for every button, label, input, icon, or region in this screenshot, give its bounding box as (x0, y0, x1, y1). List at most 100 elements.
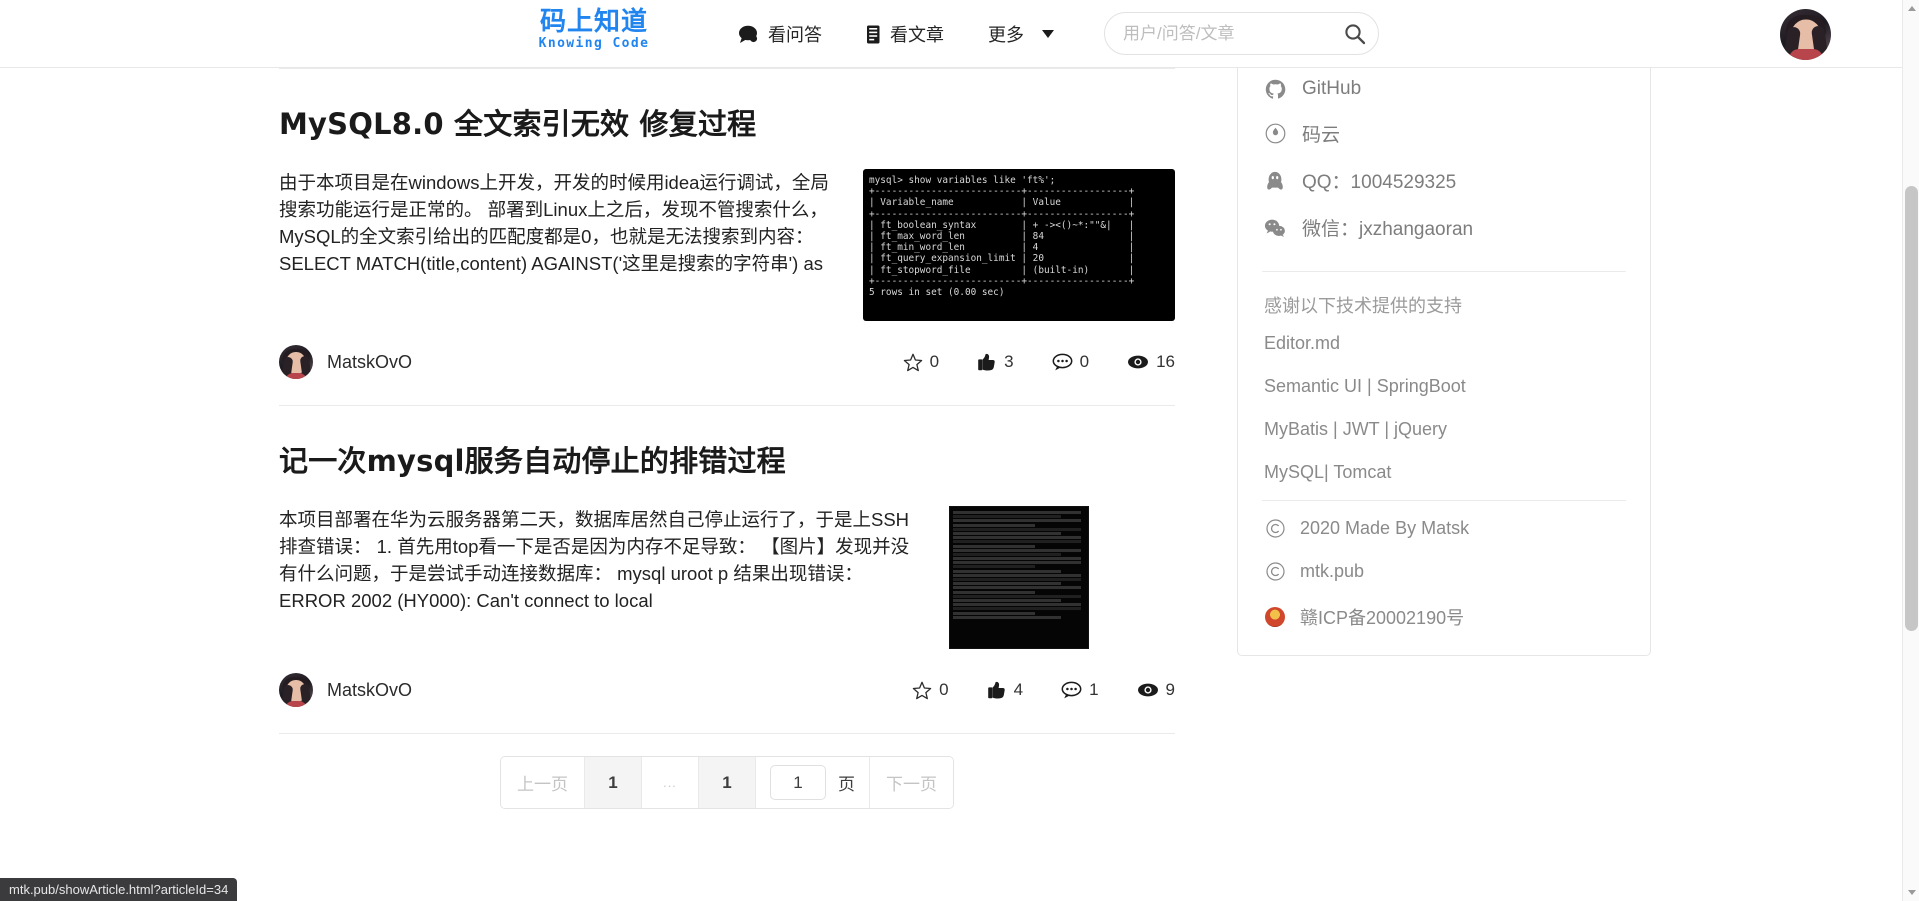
pagination: 上一页 1 ... 1 页 下一页 (500, 756, 954, 809)
article-author[interactable]: MatskOvO (279, 345, 412, 379)
terminal-line (953, 561, 1081, 564)
site-logo[interactable]: 码上知道 Knowing Code (529, 9, 659, 50)
sidebar-label: 码云 (1302, 120, 1340, 147)
terminal-line (953, 511, 1081, 514)
star-icon (912, 681, 932, 700)
article-icon (866, 25, 881, 44)
pagination-container: 上一页 1 ... 1 页 下一页 (279, 734, 1175, 809)
pagination-next[interactable]: 下一页 (870, 757, 953, 808)
sidebar-footer-domain[interactable]: mtk.pub (1238, 550, 1650, 593)
sidebar-tech-item[interactable]: Editor.md (1238, 322, 1650, 365)
sidebar-footer-icp[interactable]: 赣ICP备20002190号 (1238, 593, 1650, 641)
stat-view-count: 9 (1166, 680, 1175, 700)
article-title[interactable]: 记一次mysql服务自动停止的排错过程 (279, 406, 1175, 480)
scrollbar-up-arrow[interactable] (1903, 0, 1919, 17)
nav-item-qa[interactable]: 看问答 (716, 0, 844, 68)
status-bar: mtk.pub/showArticle.html?articleId=34 (0, 878, 237, 901)
terminal-screenshot (949, 506, 1089, 649)
article-thumbnail[interactable] (949, 506, 1089, 649)
sidebar: Knowing Code GitHub 码云 (1237, 15, 1651, 656)
stat-view[interactable]: 9 (1137, 680, 1175, 700)
article-meta: MatskOvO 0 4 (279, 673, 1175, 733)
sidebar-footer-copyright[interactable]: 2020 Made By Matsk (1238, 507, 1650, 550)
sidebar-item-wechat[interactable]: 微信：jxzhangaoran (1238, 204, 1650, 251)
pagination-jump: 页 (756, 757, 870, 808)
nav-item-articles[interactable]: 看文章 (844, 0, 966, 68)
star-icon (903, 353, 923, 372)
stat-star-count: 0 (939, 680, 948, 700)
author-avatar (279, 673, 313, 707)
sidebar-item-qq[interactable]: QQ：1004529325 (1238, 157, 1650, 204)
terminal-line (953, 570, 1061, 573)
terminal-line (953, 603, 1081, 606)
eye-icon (1127, 354, 1149, 370)
qq-penguin-icon (1264, 170, 1286, 192)
stat-star[interactable]: 0 (903, 352, 939, 372)
author-avatar (279, 345, 313, 379)
copyright-icon (1264, 519, 1286, 538)
sidebar-label: GitHub (1302, 78, 1361, 100)
terminal-line (953, 591, 1035, 594)
sidebar-tech-item[interactable]: Semantic UI | SpringBoot (1238, 365, 1650, 408)
sidebar-footer: 2020 Made By Matsk mtk.pub 赣ICP备20002190… (1238, 507, 1650, 641)
avatar[interactable] (1780, 9, 1831, 60)
terminal-line (953, 616, 1061, 619)
terminal-line (953, 607, 1081, 610)
pagination-prev[interactable]: 上一页 (501, 757, 585, 808)
sidebar-tech-item[interactable]: MyBatis | JWT | jQuery (1238, 408, 1650, 451)
search-input[interactable] (1123, 24, 1344, 44)
nav-label-more: 更多 (988, 21, 1024, 47)
logo-text-cn: 码上知道 (529, 9, 659, 35)
pagination-page-last[interactable]: 1 (699, 757, 756, 808)
stat-star[interactable]: 0 (912, 680, 948, 700)
stat-comment[interactable]: 0 (1052, 352, 1089, 372)
thumbs-up-icon (977, 353, 997, 372)
scrollbar-thumb[interactable] (1905, 186, 1918, 631)
gitee-icon (1264, 123, 1286, 144)
chevron-down-icon (1908, 890, 1916, 895)
article-author[interactable]: MatskOvO (279, 673, 412, 707)
sidebar-label: QQ：1004529325 (1302, 167, 1456, 194)
article-summary[interactable]: 本项目部署在华为云服务器第二天，数据库居然自己停止运行了，于是上SSH排查错误：… (279, 506, 927, 614)
pagination-ellipsis: ... (642, 757, 699, 808)
nav-label-articles: 看文章 (890, 21, 944, 47)
terminal-line (953, 528, 1081, 531)
stat-like-count: 4 (1014, 680, 1023, 700)
stat-like[interactable]: 4 (987, 680, 1023, 700)
scrollbar-down-arrow[interactable] (1903, 884, 1919, 901)
page-scrollbar[interactable] (1902, 0, 1919, 901)
pagination-page-1[interactable]: 1 (585, 757, 642, 808)
stat-comment-count: 0 (1080, 352, 1089, 372)
article-title[interactable]: MySQL8.0 全文索引无效 修复过程 (279, 69, 1175, 143)
terminal-line (953, 540, 1081, 543)
chevron-down-icon (1042, 30, 1054, 38)
author-name: MatskOvO (327, 680, 412, 701)
stat-comment[interactable]: 1 (1061, 680, 1098, 700)
article-summary[interactable]: 由于本项目是在windows上开发，开发的时候用idea运行调试，全局搜索功能运… (279, 169, 841, 277)
wechat-icon (1264, 218, 1286, 238)
stat-view[interactable]: 16 (1127, 352, 1175, 372)
sidebar-divider (1262, 271, 1626, 272)
terminal-screenshot: mysql> show variables like 'ft%'; +-----… (863, 169, 1175, 321)
nav-label-qa: 看问答 (768, 21, 822, 47)
chevron-up-icon (1908, 6, 1916, 11)
search-icon[interactable] (1344, 23, 1366, 45)
sidebar-tech-item[interactable]: MySQL| Tomcat (1238, 451, 1650, 494)
nav-item-more[interactable]: 更多 (966, 0, 1076, 68)
pagination-page-unit: 页 (838, 770, 855, 795)
article-stats: 0 4 1 (912, 680, 1175, 700)
terminal-line (953, 524, 1035, 527)
article-thumbnail[interactable]: mysql> show variables like 'ft%'; +-----… (863, 169, 1175, 321)
terminal-line (953, 553, 1061, 556)
sidebar-item-github[interactable]: GitHub (1238, 68, 1650, 110)
eye-icon (1137, 682, 1159, 698)
sidebar-divider-2 (1262, 500, 1626, 501)
comment-icon (1052, 353, 1073, 371)
stat-like[interactable]: 3 (977, 352, 1013, 372)
pagination-jump-input[interactable] (770, 765, 826, 800)
search-box[interactable] (1104, 12, 1379, 55)
stat-view-count: 16 (1156, 352, 1175, 372)
terminal-line (953, 549, 1081, 552)
sidebar-item-gitee[interactable]: 码云 (1238, 110, 1650, 157)
article-stats: 0 3 0 (903, 352, 1175, 372)
